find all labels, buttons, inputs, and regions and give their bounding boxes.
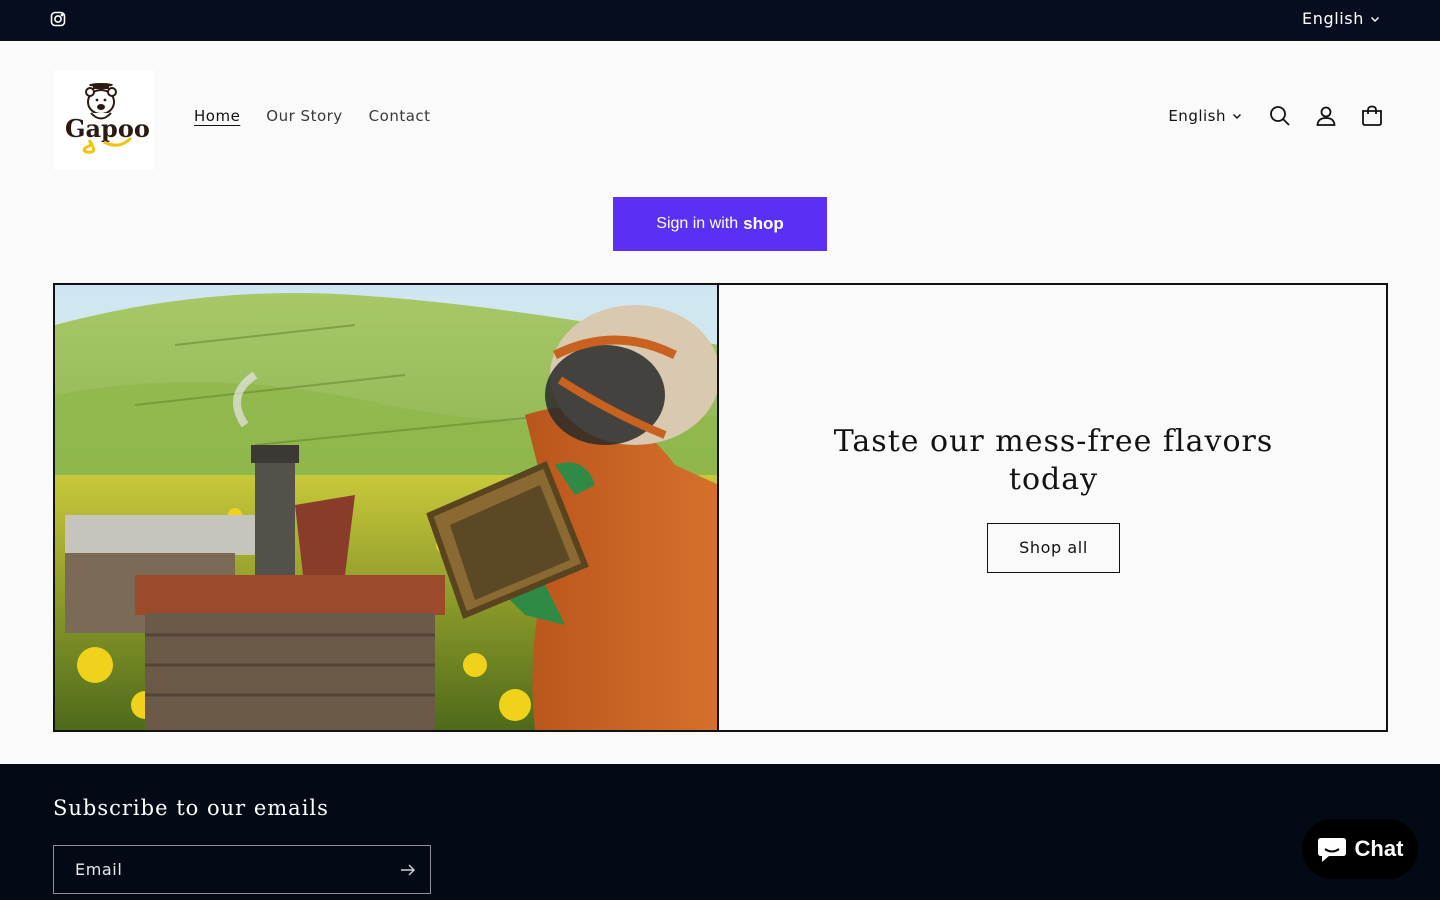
chat-label: Chat — [1354, 836, 1404, 861]
newsletter-heading: Subscribe to our emails — [53, 796, 329, 820]
banner-content: Taste our mess-free flavors today Shop a… — [721, 285, 1386, 730]
search-button[interactable] — [1268, 103, 1292, 129]
nav-home[interactable]: Home — [194, 107, 240, 125]
beekeeper-field-illustration — [55, 285, 717, 730]
site-header: Gapoo Home Our Story Contact English — [0, 41, 1440, 191]
chevron-down-icon — [1371, 16, 1379, 22]
header-actions: English — [1168, 103, 1384, 129]
search-icon — [1270, 106, 1290, 126]
image-with-text-banner: Taste our mess-free flavors today Shop a… — [53, 283, 1388, 732]
account-icon — [1316, 106, 1336, 126]
utility-bar: English — [0, 0, 1440, 41]
beekeeper-image — [55, 285, 719, 730]
arrow-right-icon[interactable] — [400, 862, 416, 878]
account-button[interactable] — [1314, 103, 1338, 129]
chat-bubble-icon — [1317, 838, 1346, 862]
language-selector-top[interactable]: English — [1302, 9, 1380, 28]
instagram-icon[interactable] — [50, 11, 66, 27]
chevron-down-icon — [1233, 114, 1241, 119]
shop-signin-prefix: Sign in with — [656, 215, 739, 232]
language-label: English — [1302, 9, 1364, 28]
shop-brand: shop — [743, 214, 784, 233]
footer: Subscribe to our emails — [0, 764, 1440, 900]
nav-contact[interactable]: Contact — [369, 107, 431, 125]
main-navigation: Home Our Story Contact — [194, 107, 431, 125]
cart-button[interactable] — [1360, 103, 1384, 129]
banner-heading: Taste our mess-free flavors today — [833, 423, 1274, 497]
email-input[interactable] — [54, 846, 394, 893]
nav-our-story[interactable]: Our Story — [266, 107, 342, 125]
language-selector[interactable]: English — [1168, 107, 1242, 125]
newsletter-form — [53, 845, 431, 894]
svg-text:Gapoo: Gapoo — [65, 114, 149, 143]
cart-icon — [1362, 105, 1382, 126]
language-label: English — [1168, 107, 1226, 125]
gapoo-logo-icon: Gapoo — [65, 83, 149, 154]
shop-all-button[interactable]: Shop all — [987, 522, 1120, 573]
sign-in-with-shop-button[interactable]: Sign in with shop — [613, 197, 827, 251]
chat-launcher-button[interactable]: Chat — [1302, 819, 1418, 879]
store-logo[interactable]: Gapoo — [54, 70, 154, 170]
